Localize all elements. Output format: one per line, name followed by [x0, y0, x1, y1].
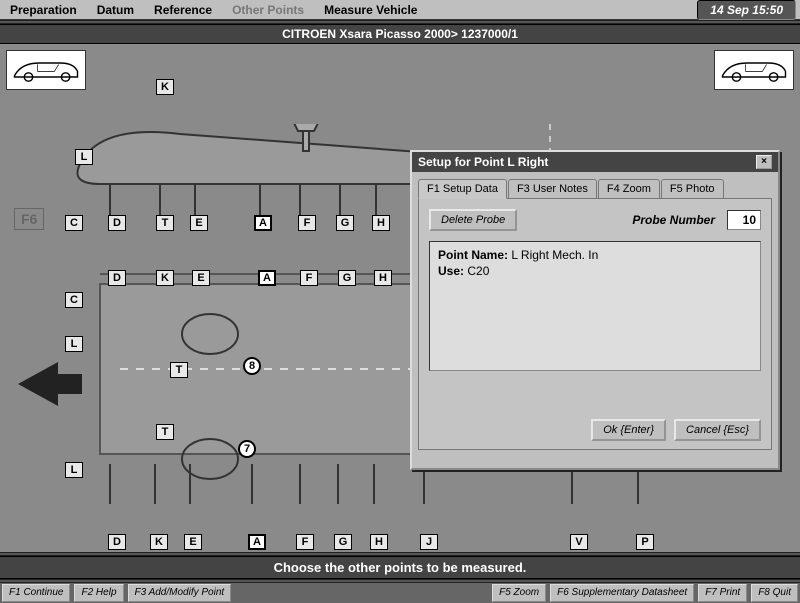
point-info-box: Point Name: L Right Mech. In Use: C20 [429, 241, 761, 371]
point-E[interactable]: E [184, 534, 202, 550]
dialog-titlebar[interactable]: Setup for Point L Right × [412, 152, 778, 172]
point-T[interactable]: T [156, 424, 174, 440]
menu-other-points[interactable]: Other Points [222, 1, 314, 19]
point-F[interactable]: F [300, 270, 318, 286]
left-arrow-icon [18, 362, 58, 406]
menu-measure-vehicle[interactable]: Measure Vehicle [314, 1, 427, 19]
fkey-f1-continue[interactable]: F1 Continue [2, 584, 70, 602]
dialog-close-button[interactable]: × [756, 155, 772, 169]
tab-user-notes[interactable]: F3 User Notes [508, 179, 597, 199]
diagram-viewport[interactable]: F6 [0, 44, 800, 552]
point-K[interactable]: K [156, 270, 174, 286]
prompt-bar: Choose the other points to be measured. [0, 556, 800, 579]
tab-setup-data[interactable]: F1 Setup Data [418, 179, 507, 199]
menu-reference[interactable]: Reference [144, 1, 222, 19]
point-P[interactable]: P [636, 534, 654, 550]
point-H[interactable]: H [370, 534, 388, 550]
point-D[interactable]: D [108, 270, 126, 286]
fkey-f5-zoom[interactable]: F5 Zoom [492, 584, 546, 602]
point-K[interactable]: K [150, 534, 168, 550]
point-D[interactable]: D [108, 215, 126, 231]
point-E[interactable]: E [192, 270, 210, 286]
circle-point-8[interactable]: 8 [243, 357, 261, 375]
clock: 14 Sep 15:50 [697, 0, 796, 20]
tab-photo[interactable]: F5 Photo [661, 179, 724, 199]
probe-number-input[interactable] [727, 210, 761, 230]
delete-probe-button[interactable]: Delete Probe [429, 209, 517, 231]
vehicle-title: CITROEN Xsara Picasso 2000> 1237000/1 [0, 24, 800, 44]
point-T[interactable]: T [156, 215, 174, 231]
fkey-f6-supplementary[interactable]: F6 Supplementary Datasheet [550, 584, 694, 602]
menu-datum[interactable]: Datum [87, 1, 144, 19]
point-L[interactable]: L [65, 462, 83, 478]
menubar: Preparation Datum Reference Other Points… [0, 0, 800, 20]
point-C[interactable]: C [65, 215, 83, 231]
point-L[interactable]: L [65, 336, 83, 352]
probe-number-label: Probe Number [632, 213, 715, 227]
dialog-body: Delete Probe Probe Number Point Name: L … [418, 198, 772, 450]
point-D[interactable]: D [108, 534, 126, 550]
side-hint: F6 [14, 208, 44, 230]
point-H[interactable]: H [374, 270, 392, 286]
point-name-label: Point Name: [438, 248, 508, 262]
point-L[interactable]: L [75, 149, 93, 165]
point-V[interactable]: V [570, 534, 588, 550]
point-J[interactable]: J [420, 534, 438, 550]
menu-preparation[interactable]: Preparation [0, 1, 87, 19]
point-F[interactable]: F [296, 534, 314, 550]
fkey-f3-add-modify[interactable]: F3 Add/Modify Point [128, 584, 232, 602]
point-H[interactable]: H [372, 215, 390, 231]
point-A[interactable]: A [248, 534, 266, 550]
fkey-f8-quit[interactable]: F8 Quit [751, 584, 798, 602]
point-G[interactable]: G [334, 534, 352, 550]
fkey-f7-print[interactable]: F7 Print [698, 584, 747, 602]
car-icon-left [6, 50, 86, 90]
cancel-button[interactable]: Cancel {Esc} [674, 419, 761, 441]
point-G[interactable]: G [336, 215, 354, 231]
point-name-value: L Right Mech. In [511, 248, 598, 262]
dialog-tabstrip: F1 Setup Data F3 User Notes F4 Zoom F5 P… [412, 172, 778, 198]
setup-dialog: Setup for Point L Right × F1 Setup Data … [410, 150, 780, 470]
use-label: Use: [438, 264, 464, 278]
point-C[interactable]: C [65, 292, 83, 308]
point-A[interactable]: A [258, 270, 276, 286]
point-E[interactable]: E [190, 215, 208, 231]
fkey-bar: F1 Continue F2 Help F3 Add/Modify Point … [0, 583, 800, 603]
point-K[interactable]: K [156, 79, 174, 95]
circle-point-7[interactable]: 7 [238, 440, 256, 458]
point-T[interactable]: T [170, 362, 188, 378]
fkey-f2-help[interactable]: F2 Help [74, 584, 123, 602]
point-A[interactable]: A [254, 215, 272, 231]
ok-button[interactable]: Ok {Enter} [591, 419, 666, 441]
tab-zoom[interactable]: F4 Zoom [598, 179, 660, 199]
point-G[interactable]: G [338, 270, 356, 286]
use-value: C20 [467, 264, 489, 278]
point-F[interactable]: F [298, 215, 316, 231]
car-icon-right [714, 50, 794, 90]
dialog-title-text: Setup for Point L Right [418, 155, 548, 169]
